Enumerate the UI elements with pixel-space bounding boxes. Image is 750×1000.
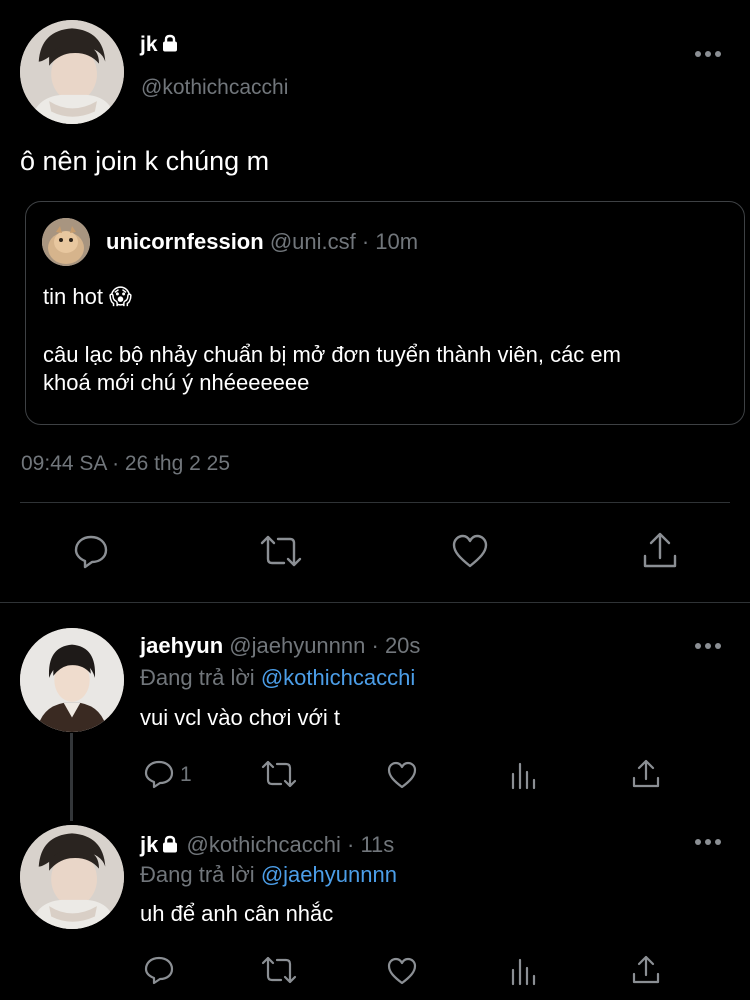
reply-icon[interactable] — [72, 532, 110, 570]
reply-2-display-name[interactable]: jk — [140, 832, 158, 857]
reply-1-reply-count: 1 — [180, 763, 192, 786]
quoted-display-name[interactable]: unicornfession — [106, 229, 264, 254]
reply-2-share-icon[interactable] — [630, 953, 662, 985]
quoted-handle[interactable]: @uni.csf — [270, 229, 356, 254]
replying-prefix: Đang trả lời — [140, 665, 255, 690]
author-avatar[interactable] — [20, 20, 124, 124]
divider — [20, 502, 730, 503]
quoted-header: unicornfession @uni.csf · 10m — [106, 228, 418, 256]
reply-2-header: jk @kothichcacchi · 11s — [140, 831, 394, 859]
reply-1-time: · 20s — [371, 633, 421, 658]
reply-1-text: vui vcl vào chơi với t — [140, 705, 341, 730]
retweet-icon[interactable] — [258, 533, 304, 569]
reply-2-mention-link[interactable]: @jaehyunnnn — [261, 862, 397, 887]
avatar-image — [20, 20, 124, 124]
reply-1-analytics-icon[interactable] — [510, 760, 538, 790]
reply-2-reply-icon[interactable] — [143, 954, 175, 986]
reply-2-more-icon[interactable] — [695, 838, 721, 846]
reply-1-more-icon[interactable] — [695, 642, 721, 650]
more-options-icon[interactable] — [695, 50, 721, 58]
tweet-timestamp[interactable]: 09:44 SA · 26 thg 2 25 — [21, 450, 230, 478]
author-display-name[interactable]: jk — [140, 33, 158, 56]
quoted-time: · 10m — [361, 229, 419, 254]
quoted-avatar — [42, 218, 90, 266]
reply-2-avatar[interactable] — [20, 825, 124, 929]
quoted-line-3: khoá mới chú ý nhéeeeeee — [43, 370, 310, 395]
thread-connector — [70, 733, 73, 821]
reply-1-like-icon[interactable] — [386, 760, 418, 790]
reply-2-text: uh để anh cân nhắc — [140, 901, 334, 926]
reply-1-share-icon[interactable] — [630, 757, 662, 789]
like-icon[interactable] — [451, 533, 489, 569]
replying-prefix: Đang trả lời — [140, 862, 255, 887]
reply-2-time: · 11s — [347, 832, 395, 857]
reply-1-retweet-icon[interactable] — [260, 759, 298, 789]
reply-2-replying-to: Đang trả lời @jaehyunnnn — [140, 861, 397, 889]
tweet-text: ô nên join k chúng m — [20, 146, 270, 176]
quoted-line-1: tin hot 😱 — [43, 284, 132, 309]
reply-2-analytics-icon[interactable] — [510, 956, 538, 986]
reply-1-mention-link[interactable]: @kothichcacchi — [261, 665, 415, 690]
quoted-line-2: câu lạc bộ nhảy chuẩn bị mở đơn tuyển th… — [43, 342, 621, 367]
author-name-row: jk — [140, 30, 180, 60]
reply-1-avatar[interactable] — [20, 628, 124, 732]
reply-2-handle[interactable]: @kothichcacchi — [186, 832, 340, 857]
lock-icon — [160, 833, 180, 853]
reply-2-retweet-icon[interactable] — [260, 955, 298, 985]
reply-1-replying-to: Đang trả lời @kothichcacchi — [140, 664, 415, 692]
section-divider — [0, 602, 750, 603]
reply-1-reply-icon[interactable] — [143, 758, 175, 790]
share-icon[interactable] — [641, 530, 679, 570]
reply-1-header: jaehyun @jaehyunnnn · 20s — [140, 632, 420, 660]
author-handle[interactable]: @kothichcacchi — [141, 74, 288, 102]
reply-1-handle[interactable]: @jaehyunnnn — [229, 633, 365, 658]
reply-1-display-name[interactable]: jaehyun — [140, 633, 223, 658]
lock-icon — [160, 32, 180, 52]
reply-2-like-icon[interactable] — [386, 956, 418, 986]
